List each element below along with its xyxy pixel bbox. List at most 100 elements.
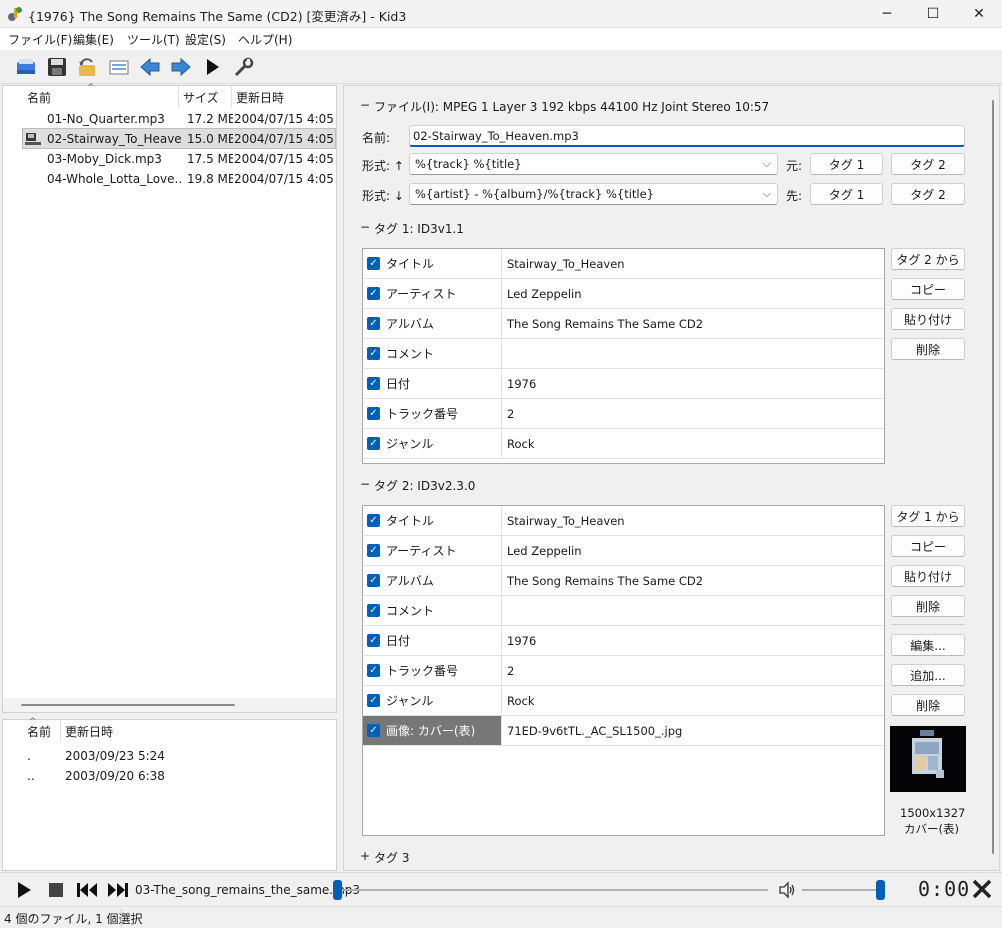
column-header-date[interactable]: 更新日時: [61, 720, 336, 742]
menu-tools[interactable]: ツール(T): [127, 31, 180, 48]
checkbox-checked[interactable]: ✓: [367, 514, 380, 527]
to-tag2-button[interactable]: タグ 2: [891, 183, 965, 205]
tag1-row-artist[interactable]: ✓ アーティスト Led Zeppelin: [363, 279, 884, 309]
filename-input[interactable]: 02-Stairway_To_Heaven.mp3: [409, 125, 965, 147]
frame-edit-button[interactable]: 編集...: [891, 634, 965, 656]
menu-help[interactable]: ヘルプ(H): [238, 31, 292, 48]
play-icon[interactable]: [199, 54, 225, 80]
frame-value[interactable]: Rock: [507, 686, 535, 715]
frame-value[interactable]: 71ED-9v6tTL._AC_SL1500_.jpg: [507, 716, 682, 745]
column-header-date[interactable]: 更新日時: [232, 86, 336, 108]
tag1-row-date[interactable]: ✓ 日付 1976: [363, 369, 884, 399]
tag-settings-icon[interactable]: [106, 54, 132, 80]
column-header-name[interactable]: 名前: [23, 86, 179, 108]
frame-value[interactable]: Stairway_To_Heaven: [507, 249, 625, 278]
file-row[interactable]: 03-Moby_Dick.mp3 17.5 MB 2004/07/15 4:05: [3, 149, 336, 169]
frame-value[interactable]: Rock: [507, 429, 535, 458]
seek-slider[interactable]: [338, 889, 768, 891]
tag2-remove-button[interactable]: 削除: [891, 595, 965, 617]
tag3-toggle[interactable]: +: [360, 849, 370, 863]
tag2-row-genre[interactable]: ✓ ジャンル Rock: [363, 686, 884, 716]
checkbox-checked[interactable]: ✓: [367, 287, 380, 300]
menu-edit[interactable]: 編集(E): [73, 31, 114, 48]
horizontal-scrollbar[interactable]: [3, 698, 336, 712]
dir-row[interactable]: .. 2003/09/20 6:38: [3, 766, 336, 786]
checkbox-checked[interactable]: ✓: [367, 694, 380, 707]
frame-value[interactable]: Led Zeppelin: [507, 279, 582, 308]
previous-track-icon[interactable]: [76, 881, 98, 902]
tag2-row-date[interactable]: ✓ 日付 1976: [363, 626, 884, 656]
tag2-row-picture[interactable]: ✓ 画像: カバー(表) 71ED-9v6tTL._AC_SL1500_.jpg: [363, 716, 884, 746]
column-header-size[interactable]: サイズ: [179, 86, 232, 108]
tag2-row-comment[interactable]: ✓ コメント: [363, 596, 884, 626]
tag1-row-genre[interactable]: ✓ ジャンル Rock: [363, 429, 884, 459]
tag1-remove-button[interactable]: 削除: [891, 338, 965, 360]
checkbox-checked[interactable]: ✓: [367, 634, 380, 647]
tag2-from-tag1-button[interactable]: タグ 1 から: [891, 505, 965, 527]
checkbox-checked[interactable]: ✓: [367, 407, 380, 420]
close-button[interactable]: ✕: [956, 0, 1002, 28]
previous-icon[interactable]: [137, 54, 163, 80]
next-track-icon[interactable]: [107, 881, 129, 902]
file-row[interactable]: 01-No_Quarter.mp3 17.2 MB 2004/07/15 4:0…: [3, 109, 336, 129]
tag2-paste-button[interactable]: 貼り付け: [891, 565, 965, 587]
maximize-button[interactable]: ☐: [910, 0, 956, 28]
frame-value[interactable]: 1976: [507, 626, 536, 655]
scrollbar-thumb[interactable]: [21, 704, 235, 706]
dir-row[interactable]: . 2003/09/23 5:24: [3, 746, 336, 766]
tag2-copy-button[interactable]: コピー: [891, 535, 965, 557]
revert-icon[interactable]: [74, 54, 100, 80]
file-row-selected[interactable]: 02-Stairway_To_Heave... 15.0 MB 2004/07/…: [22, 128, 336, 149]
checkbox-checked[interactable]: ✓: [367, 664, 380, 677]
tag2-row-title[interactable]: ✓ タイトル Stairway_To_Heaven: [363, 506, 884, 536]
format-to-filename-combo[interactable]: %{artist} - %{album}/%{track} %{title} ⌵: [409, 183, 778, 205]
tag2-row-album[interactable]: ✓ アルバム The Song Remains The Same CD2: [363, 566, 884, 596]
save-icon[interactable]: [44, 54, 70, 80]
frame-value[interactable]: Led Zeppelin: [507, 536, 582, 565]
checkbox-checked[interactable]: ✓: [367, 347, 380, 360]
open-icon[interactable]: [13, 54, 39, 80]
tag1-row-track[interactable]: ✓ トラック番号 2: [363, 399, 884, 429]
volume-slider[interactable]: [802, 889, 882, 891]
play-icon[interactable]: [14, 880, 34, 903]
frame-value[interactable]: The Song Remains The Same CD2: [507, 309, 703, 338]
tag1-paste-button[interactable]: 貼り付け: [891, 308, 965, 330]
frame-value[interactable]: 2: [507, 399, 514, 428]
stop-icon[interactable]: [48, 882, 64, 901]
menu-file[interactable]: ファイル(F): [8, 31, 72, 48]
volume-icon[interactable]: [778, 881, 796, 902]
tag2-row-track[interactable]: ✓ トラック番号 2: [363, 656, 884, 686]
tag2-toggle[interactable]: −: [360, 477, 370, 491]
frame-value[interactable]: 1976: [507, 369, 536, 398]
checkbox-checked[interactable]: ✓: [367, 317, 380, 330]
file-section-toggle[interactable]: −: [360, 98, 370, 112]
tag1-from-tag2-button[interactable]: タグ 2 から: [891, 248, 965, 270]
frame-add-button[interactable]: 追加...: [891, 664, 965, 686]
format-from-filename-combo[interactable]: %{track} %{title} ⌵: [409, 153, 778, 175]
checkbox-checked[interactable]: ✓: [367, 724, 380, 737]
tools-icon[interactable]: [231, 54, 257, 80]
frame-value[interactable]: The Song Remains The Same CD2: [507, 566, 703, 595]
seek-slider-handle[interactable]: [333, 880, 342, 900]
frame-value[interactable]: 2: [507, 656, 514, 685]
next-icon[interactable]: [168, 54, 194, 80]
from-tag2-button[interactable]: タグ 2: [891, 153, 965, 175]
menu-settings[interactable]: 設定(S): [185, 31, 226, 48]
column-header-name[interactable]: 名前: [23, 720, 61, 742]
scrollbar-thumb[interactable]: [992, 100, 994, 854]
checkbox-checked[interactable]: ✓: [367, 604, 380, 617]
checkbox-checked[interactable]: ✓: [367, 544, 380, 557]
tag2-row-artist[interactable]: ✓ アーティスト Led Zeppelin: [363, 536, 884, 566]
tag1-copy-button[interactable]: コピー: [891, 278, 965, 300]
frame-delete-button[interactable]: 削除: [891, 694, 965, 716]
tag1-toggle[interactable]: −: [360, 220, 370, 234]
to-tag1-button[interactable]: タグ 1: [810, 183, 883, 205]
tag1-row-album[interactable]: ✓ アルバム The Song Remains The Same CD2: [363, 309, 884, 339]
tag1-row-title[interactable]: ✓ タイトル Stairway_To_Heaven: [363, 249, 884, 279]
frame-value[interactable]: Stairway_To_Heaven: [507, 506, 625, 535]
checkbox-checked[interactable]: ✓: [367, 574, 380, 587]
volume-slider-handle[interactable]: [876, 880, 885, 900]
checkbox-checked[interactable]: ✓: [367, 377, 380, 390]
from-tag1-button[interactable]: タグ 1: [810, 153, 883, 175]
file-row[interactable]: 04-Whole_Lotta_Love.... 19.8 MB 2004/07/…: [3, 169, 336, 189]
